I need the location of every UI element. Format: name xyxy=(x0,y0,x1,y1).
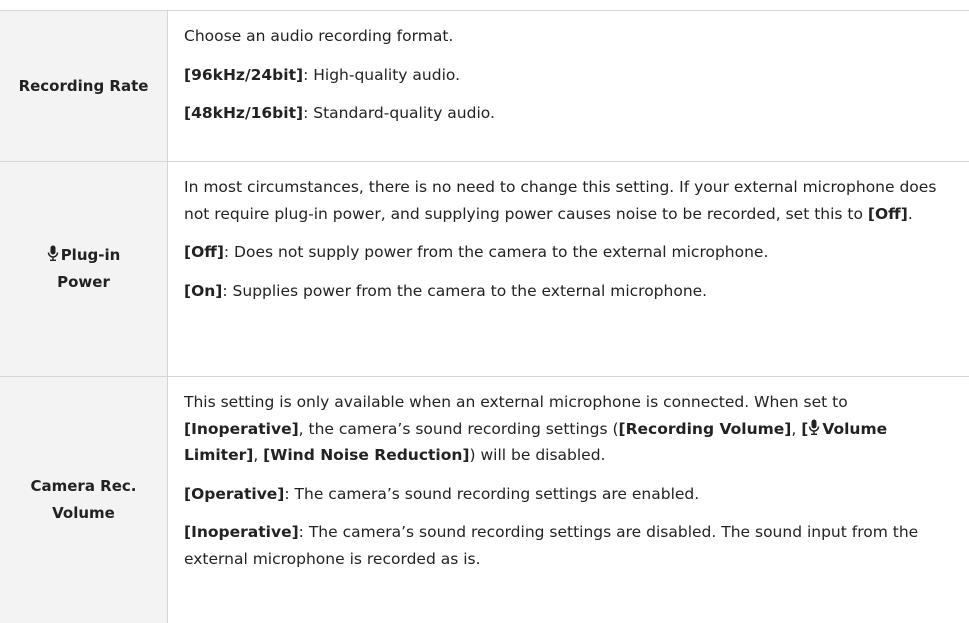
option-key: [Off] xyxy=(184,243,224,261)
intro-key: [Off] xyxy=(867,204,908,223)
option-on: [On]: Supplies power from the camera to … xyxy=(184,278,953,305)
intro-part: , xyxy=(791,419,802,438)
intro-key: [Wind Noise Reduction] xyxy=(263,446,470,464)
row-label-text: Recording Rate xyxy=(18,76,149,95)
intro-part: , the camera’s sound recording settings … xyxy=(298,419,619,438)
settings-table: Recording Rate Choose an audio recording… xyxy=(0,10,969,623)
option-key: [Operative] xyxy=(184,484,285,503)
option-key: [Inoperative] xyxy=(184,523,299,541)
row-label-text: Camera Rec. Volume xyxy=(30,477,137,522)
label-text: Plug-in Power xyxy=(57,246,121,291)
option-desc: : Does not supply power from the camera … xyxy=(223,243,769,261)
row-description: Choose an audio recording format. [96kHz… xyxy=(168,11,969,161)
table-row-camera-rec-volume: Camera Rec. Volume This setting is only … xyxy=(0,377,969,623)
option-desc: : The camera’s sound recording settings … xyxy=(284,484,700,503)
microphone-icon xyxy=(808,419,820,436)
row-label: Camera Rec. Volume xyxy=(0,377,168,623)
row-description: This setting is only available when an e… xyxy=(168,377,969,623)
option-operative: [Operative]: The camera’s sound recordin… xyxy=(184,481,953,508)
intro-key: [Inoperative] xyxy=(184,419,299,438)
table-row-plug-in-power: Plug-in Power In most circumstances, the… xyxy=(0,162,969,377)
option-48khz: [48kHz/16bit]: Standard-quality audio. xyxy=(184,100,953,127)
option-inoperative: [Inoperative]: The camera’s sound record… xyxy=(184,519,953,572)
intro-end: . xyxy=(907,204,913,223)
microphone-icon xyxy=(47,245,59,262)
intro-part: This setting is only available when an e… xyxy=(184,393,848,411)
row-description: In most circumstances, there is no need … xyxy=(168,162,969,376)
option-key: [48kHz/16bit] xyxy=(184,104,304,122)
row-label-text: Plug-in Power xyxy=(36,242,132,296)
intro-text: Choose an audio recording format. xyxy=(184,27,454,45)
option-96khz: [96kHz/24bit]: High-quality audio. xyxy=(184,62,953,89)
row-label: Plug-in Power xyxy=(0,162,168,376)
row-label: Recording Rate xyxy=(0,11,168,161)
intro-part: ) will be disabled. xyxy=(469,446,606,464)
intro-part: , xyxy=(253,446,264,464)
option-off: [Off]: Does not supply power from the ca… xyxy=(184,239,953,266)
table-row-recording-rate: Recording Rate Choose an audio recording… xyxy=(0,11,969,162)
intro-key: [ xyxy=(801,419,809,438)
intro-text: In most circumstances, there is no need … xyxy=(184,174,953,227)
intro-text: This setting is only available when an e… xyxy=(184,389,953,469)
option-key: [On] xyxy=(184,281,223,300)
option-desc: : High-quality audio. xyxy=(303,65,461,84)
intro-main: In most circumstances, there is no need … xyxy=(184,178,937,223)
option-key: [96kHz/24bit] xyxy=(184,65,304,84)
intro-key: [Recording Volume] xyxy=(618,419,792,438)
option-desc: : Supplies power from the camera to the … xyxy=(222,281,708,300)
option-desc: : Standard-quality audio. xyxy=(303,104,495,122)
